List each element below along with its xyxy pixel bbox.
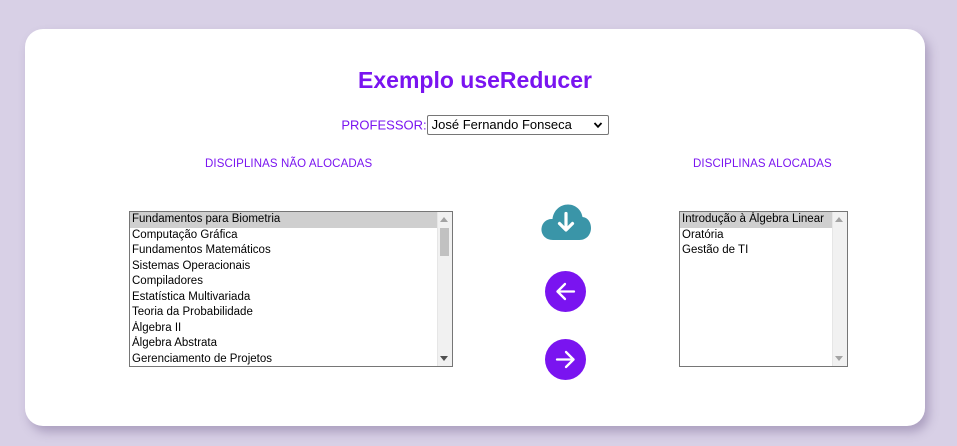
unallocated-heading: DISCIPLINAS NÃO ALOCADAS — [205, 158, 373, 170]
professor-row: PROFESSOR: José Fernando Fonseca — [25, 115, 925, 135]
chevron-down-icon — [593, 122, 602, 129]
professor-label: PROFESSOR: — [341, 117, 427, 133]
main-card: Exemplo useReducer PROFESSOR: José Fernan… — [25, 29, 925, 426]
professor-select-value: José Fernando Fonseca — [431, 117, 572, 132]
list-item[interactable]: Compiladores — [130, 274, 437, 290]
allocated-list[interactable]: Introdução à Álgebra Linear Oratória Gestã… — [679, 211, 848, 367]
scroll-down-icon[interactable] — [835, 356, 843, 361]
list-item[interactable]: Gerenciamento de Projetos — [130, 352, 437, 367]
list-item[interactable]: Fundamentos para Biometria — [130, 212, 437, 228]
cloud-download-icon — [541, 204, 591, 240]
move-left-button[interactable] — [545, 271, 586, 312]
arrow-left-icon — [556, 282, 576, 301]
list-item[interactable]: Gestão de TI — [680, 243, 832, 259]
move-right-button[interactable] — [545, 339, 586, 380]
list-item[interactable]: Oratória — [680, 228, 832, 244]
list-item[interactable]: Álgebra Abstrata — [130, 336, 437, 352]
unallocated-scrollbar[interactable] — [437, 212, 452, 366]
scroll-up-icon[interactable] — [835, 217, 843, 222]
list-item[interactable]: Estatística Multivariada — [130, 290, 437, 306]
allocated-scrollbar[interactable] — [832, 212, 847, 366]
unallocated-list[interactable]: Fundamentos para Biometria Computação Grá… — [129, 211, 453, 367]
arrow-right-icon — [555, 350, 575, 369]
list-item[interactable]: Introdução à Álgebra Linear — [680, 212, 832, 228]
list-item[interactable]: Sistemas Operacionais — [130, 259, 437, 275]
unallocated-items: Fundamentos para Biometria Computação Grá… — [130, 212, 437, 366]
allocated-heading: DISCIPLINAS ALOCADAS — [693, 158, 832, 170]
list-item[interactable]: Fundamentos Matemáticos — [130, 243, 437, 259]
save-button[interactable] — [540, 203, 592, 241]
scroll-up-icon[interactable] — [440, 217, 448, 222]
professor-select[interactable]: José Fernando Fonseca — [426, 115, 609, 135]
scroll-thumb[interactable] — [440, 228, 449, 256]
page-title: Exemplo useReducer — [358, 67, 592, 93]
scroll-down-icon[interactable] — [440, 356, 448, 361]
allocated-items: Introdução à Álgebra Linear Oratória Gestã… — [680, 212, 832, 366]
list-item[interactable]: Teoria da Probabilidade — [130, 305, 437, 321]
list-item[interactable]: Computação Gráfica — [130, 228, 437, 244]
list-item[interactable]: Álgebra II — [130, 321, 437, 337]
